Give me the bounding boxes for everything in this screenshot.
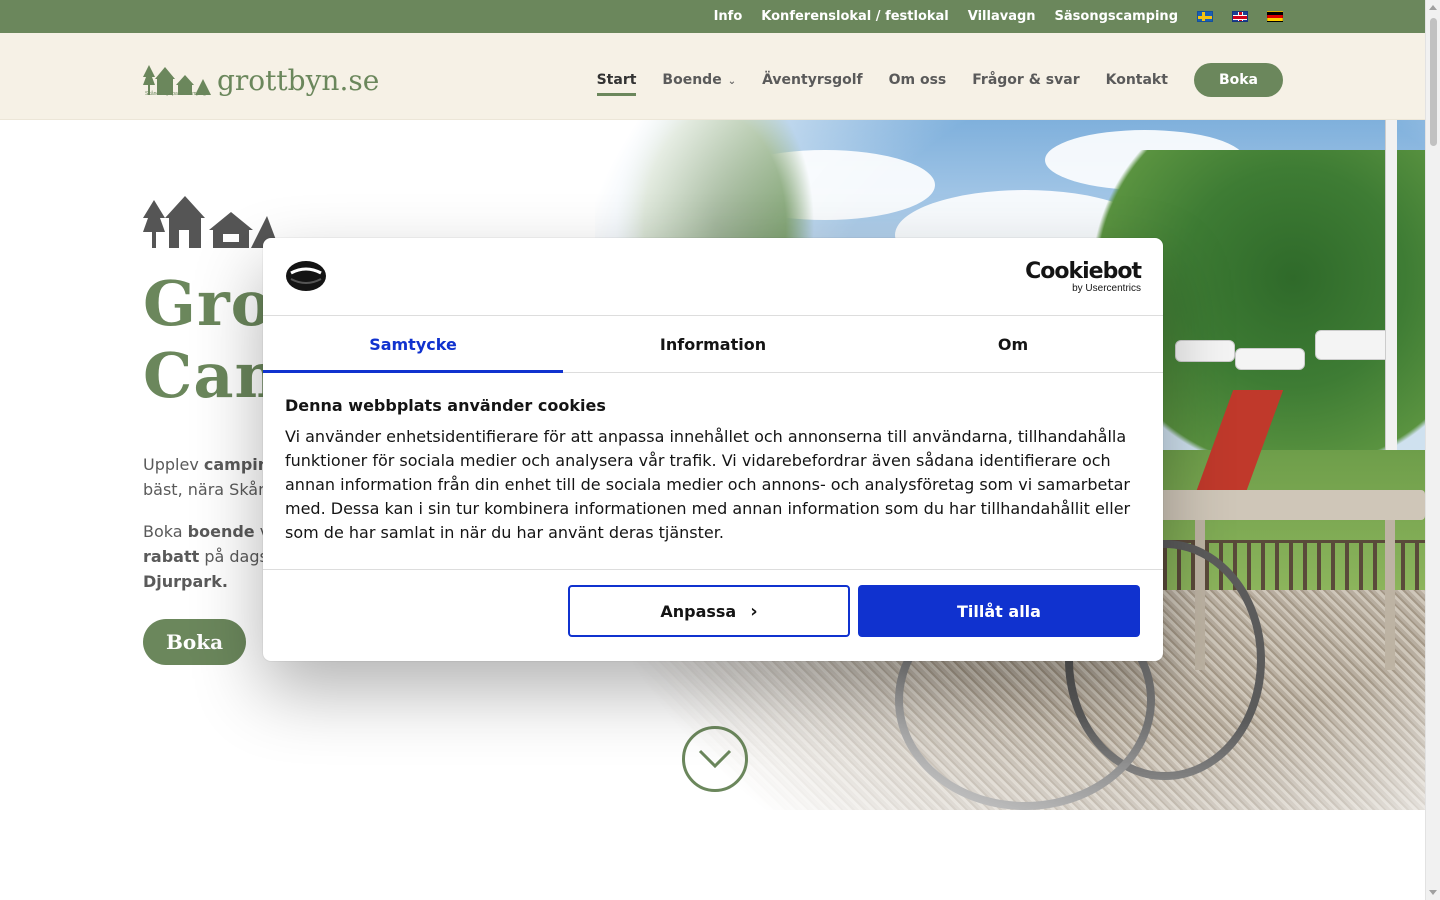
page-scrollbar[interactable]	[1425, 0, 1440, 900]
hero-p2-bold3: Djurpark.	[143, 572, 228, 591]
scrollbar-thumb[interactable]	[1430, 18, 1437, 146]
dialog-description: Vi använder enhetsidentifierare för att …	[285, 427, 1131, 542]
dialog-body: Denna webbplats använder cookies Vi anvä…	[263, 373, 1163, 570]
tab-information[interactable]: Information	[563, 316, 863, 372]
nav-start[interactable]: Start	[596, 72, 636, 96]
scroll-down-arrow-icon[interactable]	[1429, 890, 1437, 895]
cookie-consent-dialog: Cookiebot by Usercentrics Samtycke Infor…	[263, 238, 1163, 661]
chevron-right-icon: ›	[750, 600, 758, 622]
dialog-header: Cookiebot by Usercentrics	[263, 238, 1163, 316]
hero-p2-bold: boende	[187, 522, 255, 541]
tab-samtycke[interactable]: Samtycke	[263, 316, 563, 373]
tab-om[interactable]: Om	[863, 316, 1163, 372]
chevron-down-icon: ⌄	[727, 76, 737, 87]
site-header: grottbyn.se Skånes Djurparks Camping Sta…	[0, 33, 1425, 120]
nav-kontakt[interactable]: Kontakt	[1106, 72, 1168, 88]
customize-button[interactable]: Anpassa ›	[568, 585, 850, 637]
cookiebot-brand-name: Cookiebot	[1025, 259, 1142, 284]
allow-all-button[interactable]: Tillåt alla	[858, 585, 1140, 637]
top-link-sasongscamping[interactable]: Säsongscamping	[1055, 9, 1178, 24]
hero-p1-start: Upplev	[143, 455, 204, 474]
top-link-konferenslokal[interactable]: Konferenslokal / festlokal	[761, 9, 948, 24]
customize-button-label: Anpassa	[660, 601, 737, 621]
hero-boka-button[interactable]: Boka	[143, 619, 246, 665]
hero-p2-start: Boka	[143, 522, 188, 541]
logo-subtext: Skånes Djurparks Camping	[145, 91, 206, 97]
dialog-footer: Anpassa › Tillåt alla	[263, 570, 1163, 660]
logo-text: grottbyn.se	[217, 64, 380, 97]
top-utility-bar: Info Konferenslokal / festlokal Villavag…	[0, 0, 1425, 33]
main-nav: Start Boende ⌄ Äventyrsgolf Om oss Frågor…	[596, 63, 1283, 97]
top-link-info[interactable]: Info	[714, 9, 743, 24]
nav-boende[interactable]: Boende ⌄	[662, 72, 736, 88]
dialog-tabs: Samtycke Information Om	[263, 316, 1163, 373]
nav-aventyrsgolf[interactable]: Äventyrsgolf	[762, 72, 863, 88]
hero-p2-bold2: rabatt	[143, 547, 200, 566]
nav-om-oss[interactable]: Om oss	[889, 72, 947, 88]
cookiebot-logo-icon	[286, 261, 326, 291]
flag-germany-icon[interactable]	[1267, 11, 1283, 22]
cookiebot-brand[interactable]: Cookiebot by Usercentrics	[1025, 259, 1142, 294]
hero-p2-rest2: på dags	[199, 547, 268, 566]
hero-p1-bold: campin	[203, 455, 270, 474]
cookiebot-brand-sub: by Usercentrics	[1072, 283, 1141, 294]
hero-cabins-icon	[143, 196, 279, 255]
site-logo[interactable]: grottbyn.se Skånes Djurparks Camping	[143, 57, 379, 97]
chevron-down-icon	[698, 749, 732, 769]
flag-uk-icon[interactable]	[1232, 11, 1248, 22]
dialog-heading: Denna webbplats använder cookies	[285, 396, 606, 415]
hero-p1-line2: bäst, nära Skån	[143, 480, 269, 499]
scroll-up-arrow-icon[interactable]	[1429, 5, 1437, 10]
nav-boende-label: Boende	[662, 72, 722, 88]
nav-fragor-svar[interactable]: Frågor & svar	[972, 72, 1079, 88]
top-link-villavagn[interactable]: Villavagn	[968, 9, 1036, 24]
top-links: Info Konferenslokal / festlokal Villavag…	[714, 0, 1283, 33]
scroll-down-button[interactable]	[682, 726, 748, 792]
flag-sweden-icon[interactable]	[1197, 11, 1213, 22]
nav-boka-button[interactable]: Boka	[1193, 63, 1283, 97]
